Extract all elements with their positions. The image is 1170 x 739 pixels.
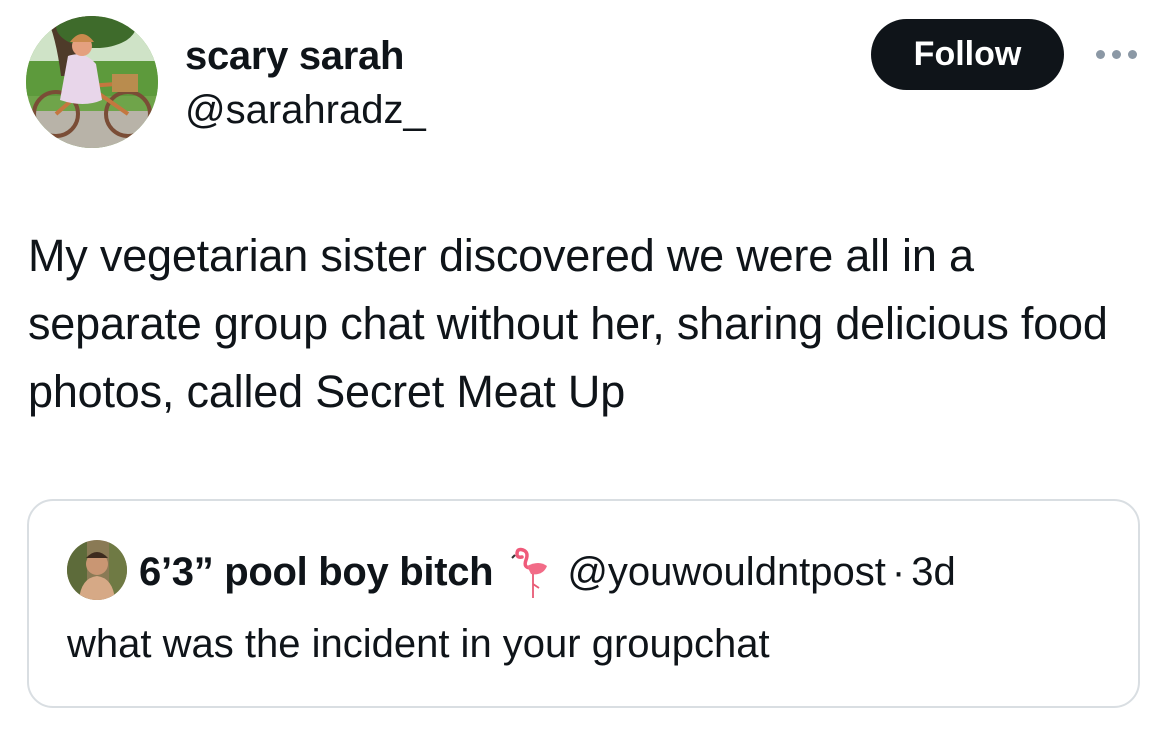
quoted-author-avatar[interactable] xyxy=(67,540,127,600)
quoted-author-handle[interactable]: @youwouldntpost xyxy=(567,550,886,595)
more-horizontal-icon xyxy=(1095,49,1105,59)
avatar-image xyxy=(26,16,158,148)
more-horizontal-icon xyxy=(1127,49,1137,59)
follow-button[interactable]: Follow xyxy=(871,19,1064,90)
quoted-tweet-header: 6’3” pool boy bitch @youwouldntpost · 3d xyxy=(139,543,956,601)
quoted-tweet-timestamp[interactable]: 3d xyxy=(911,550,956,595)
author-handle[interactable]: @sarahradz_ xyxy=(185,84,426,136)
quoted-author-display-name[interactable]: 6’3” pool boy bitch xyxy=(139,550,494,595)
separator-dot: · xyxy=(891,549,906,594)
quoted-tweet-card[interactable]: 6’3” pool boy bitch @youwouldntpost · 3d… xyxy=(27,499,1140,708)
author-avatar[interactable] xyxy=(26,16,158,148)
quoted-tweet-text: what was the incident in your groupchat xyxy=(67,622,770,666)
author-display-name[interactable]: scary sarah xyxy=(185,30,426,82)
flamingo-icon xyxy=(509,544,551,600)
more-options-button[interactable] xyxy=(1088,40,1144,68)
quoted-avatar-image xyxy=(67,540,127,600)
tweet-text: My vegetarian sister discovered we were … xyxy=(28,230,1108,417)
more-horizontal-icon xyxy=(1111,49,1121,59)
author-info: scary sarah @sarahradz_ xyxy=(185,30,426,136)
